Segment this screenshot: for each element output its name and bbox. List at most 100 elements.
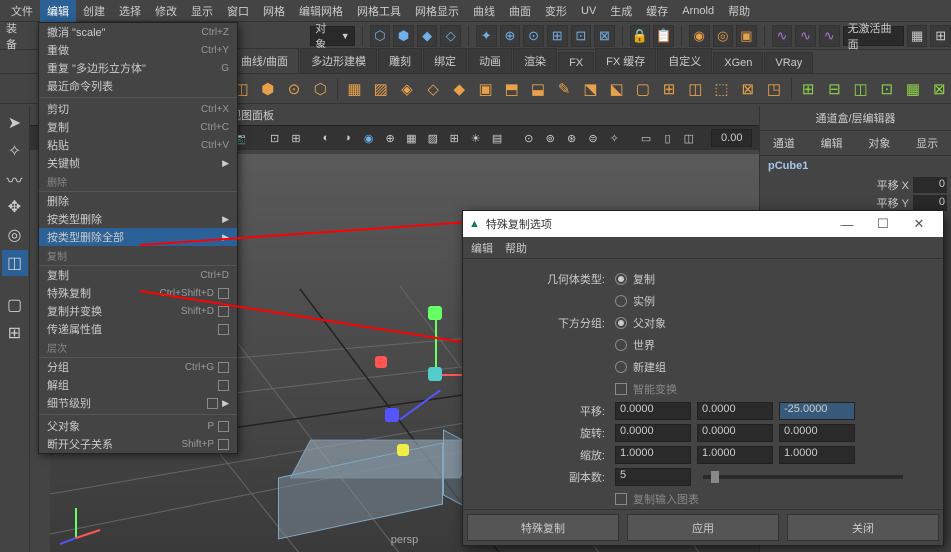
gate-icon[interactable]: ▭ [637,128,655,148]
menu-item[interactable]: 窗口 [220,0,256,22]
menu-item[interactable]: 选择 [112,0,148,22]
scale-uniform-handle[interactable] [428,367,442,381]
layout-icon[interactable]: ▦ [907,25,928,47]
sym-icon[interactable]: ⬢ [393,25,414,47]
radio-copy[interactable] [615,273,627,285]
radio-world[interactable] [615,339,627,351]
shelf-icon[interactable]: ⬕ [605,77,628,101]
channel-tab[interactable]: 对象 [856,131,904,155]
snap-icon[interactable]: ✦ [476,25,497,47]
move-tool[interactable]: ✥ [2,194,28,220]
menu-item[interactable]: 修改 [148,0,184,22]
iso-icon[interactable]: ✧ [605,128,623,148]
scale-z-handle[interactable] [385,408,399,422]
copies-field[interactable]: 5 [615,468,691,486]
cv-icon[interactable]: ∿ [795,25,816,47]
menu-item[interactable]: 显示 [184,0,220,22]
channel-value[interactable]: 0 [913,195,947,211]
shelf-tab[interactable]: 渲染 [513,48,557,73]
radio-parent[interactable] [615,317,627,329]
shelf-icon[interactable]: ◇ [422,77,445,101]
option-box-icon[interactable] [207,398,218,409]
shelf-tab[interactable]: 雕刻 [378,48,422,73]
option-box-icon[interactable] [218,439,229,450]
iso-icon[interactable]: ⊙ [520,128,538,148]
menu-item[interactable]: 网格 [256,0,292,22]
scale-x[interactable]: 1.0000 [615,446,691,464]
dialog-menu-item[interactable]: 编辑 [471,240,493,256]
shelf-tab[interactable]: FX [558,52,594,73]
shelf-icon[interactable]: ⬒ [500,77,523,101]
radio-newgroup[interactable] [615,361,627,373]
menu-item[interactable]: 复制并变换Shift+D [39,302,237,320]
menu-item[interactable]: 分组Ctrl+G [39,358,237,376]
translate-y[interactable]: 0.0000 [697,402,773,420]
sym-icon[interactable]: ⬡ [370,25,391,47]
shade-icon[interactable]: ◉ [360,128,378,148]
sym-icon[interactable]: ◆ [417,25,438,47]
menu-item[interactable]: 细节级别▶ [39,394,237,412]
translate-x[interactable]: 0.0000 [615,402,691,420]
menu-item[interactable]: 曲线 [466,0,502,22]
option-box-icon[interactable] [218,324,229,335]
shelf-icon[interactable]: ◈ [395,77,418,101]
shelf-icon[interactable]: ⬓ [526,77,549,101]
snap-icon[interactable]: ⊡ [571,25,592,47]
shelf-tab[interactable]: 动画 [468,48,512,73]
shelf-tab[interactable]: 自定义 [657,48,712,73]
shelf-tab[interactable]: 曲线/曲面 [230,48,299,73]
menu-item[interactable]: 编辑网格 [292,0,350,22]
layout-four[interactable]: ⊞ [2,320,28,346]
scale-y[interactable]: 1.0000 [697,446,773,464]
shelf-icon[interactable]: ⊙ [282,77,305,101]
shade-icon[interactable]: ▦ [402,128,420,148]
menu-item[interactable]: 传递属性值 [39,320,237,338]
menu-item[interactable]: 复制Ctrl+D [39,266,237,284]
scale-face-handle[interactable] [397,444,409,456]
shade-icon[interactable]: ◐ [317,128,335,148]
shelf-icon[interactable]: ⊞ [657,77,680,101]
menu-item[interactable]: 按类型删除▶ [39,210,237,228]
history-icon[interactable]: 🔒 [630,25,651,47]
shelf-icon[interactable]: ⊡ [875,77,898,101]
menu-item[interactable]: 复制Ctrl+C [39,118,237,136]
menu-item[interactable]: 撤消 "scale"Ctrl+Z [39,23,237,41]
shelf-icon[interactable]: ⊠ [736,77,759,101]
menu-item[interactable]: 粘贴Ctrl+V [39,136,237,154]
rotate-y[interactable]: 0.0000 [697,424,773,442]
shade-icon[interactable]: ◑ [338,128,356,148]
scale-tool[interactable]: ◫ [2,250,28,276]
menu-item[interactable]: 重做Ctrl+Y [39,41,237,59]
render-icon[interactable]: ◎ [713,25,734,47]
menu-item[interactable]: 剪切Ctrl+X [39,100,237,118]
shelf-icon[interactable]: ◫ [849,77,872,101]
object-name[interactable]: pCube1 [760,156,951,176]
copies-slider[interactable] [703,475,903,479]
shelf-icon[interactable]: ▨ [369,77,392,101]
menu-item[interactable]: 变形 [538,0,574,22]
iso-icon[interactable]: ⊚ [541,128,559,148]
shelf-icon[interactable]: ⬡ [309,77,332,101]
menu-item[interactable]: 曲面 [502,0,538,22]
menu-item[interactable]: 创建 [76,0,112,22]
shade-icon[interactable]: ▤ [488,128,506,148]
minimize-button[interactable]: — [829,217,865,232]
shade-icon[interactable]: ⊞ [445,128,463,148]
maximize-button[interactable]: ☐ [865,216,901,232]
gate-icon[interactable]: ◫ [680,128,698,148]
close-button[interactable]: ✕ [901,216,937,232]
layout-icon[interactable]: ⊞ [930,25,951,47]
radio-instance[interactable] [615,295,627,307]
lasso-tool[interactable]: ✧ [2,138,28,164]
obj-mode-dropdown[interactable]: 对象▼ [310,26,354,46]
translate-z[interactable]: -25.0000 [779,402,855,420]
scale-z[interactable]: 1.0000 [779,446,855,464]
menu-item[interactable]: UV [574,2,603,20]
shelf-icon[interactable]: ◆ [448,77,471,101]
menu-item[interactable]: 重复 "多边形立方体"G [39,59,237,77]
rotate-z[interactable]: 0.0000 [779,424,855,442]
menu-item[interactable]: 父对象P [39,417,237,435]
apply-button[interactable]: 应用 [627,514,779,541]
dialog-titlebar[interactable]: ▲ 特殊复制选项 — ☐ ✕ [463,211,943,237]
shelf-icon[interactable]: ⊞ [797,77,820,101]
